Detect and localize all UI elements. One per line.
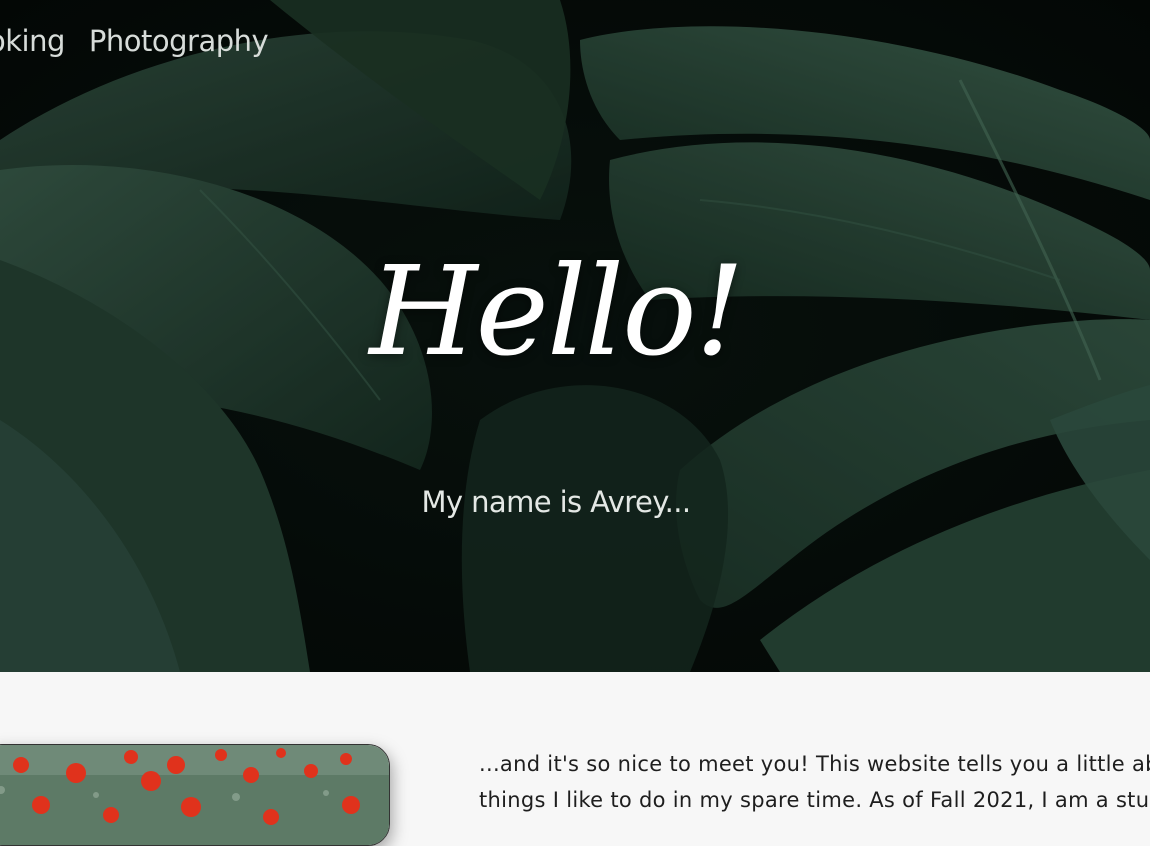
top-nav: oking Photography — [0, 24, 269, 58]
hero-subtitle: My name is Avrey... — [421, 485, 692, 519]
poppy-field-image — [0, 745, 389, 845]
intro-line: things I like to do in my spare time. As… — [479, 788, 1150, 812]
poppy-photo-card — [0, 744, 390, 846]
intro-text: ...and it's so nice to meet you! This we… — [479, 746, 1150, 818]
about-section: ...and it's so nice to meet you! This we… — [0, 672, 1150, 846]
hero-heading: Hello! — [369, 240, 744, 384]
nav-item-cooking[interactable]: oking — [0, 24, 65, 58]
intro-line: ...and it's so nice to meet you! This we… — [479, 752, 1150, 776]
hero-section: oking Photography Hello! My name is Avre… — [0, 0, 1150, 672]
nav-item-photography[interactable]: Photography — [89, 24, 269, 58]
